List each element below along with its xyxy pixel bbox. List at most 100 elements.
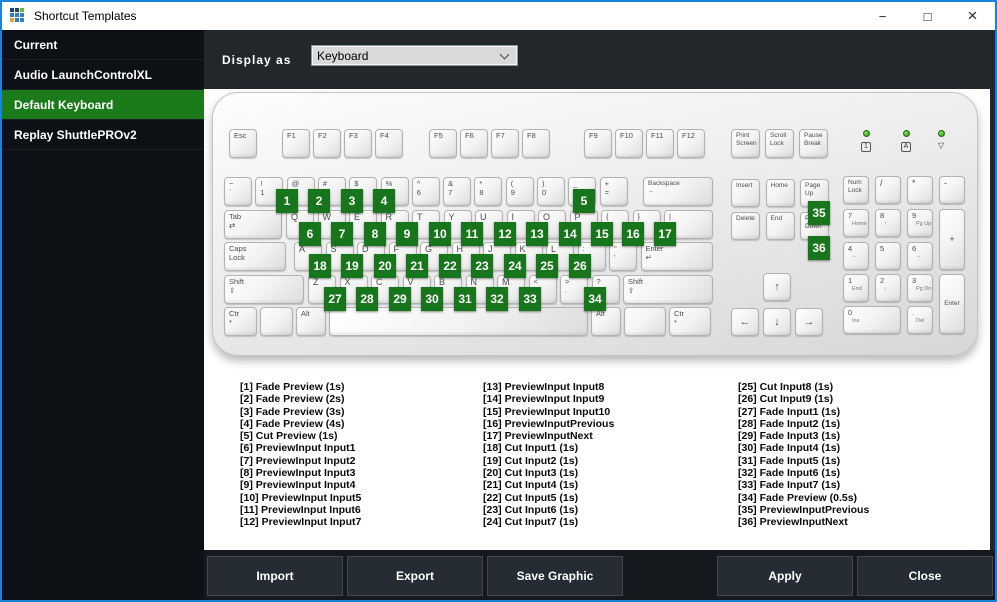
num-lock-icon: 1 [856,141,876,152]
sidebar-item[interactable]: Default Keyboard [2,90,204,120]
shortcut-entry: [6] PreviewInput Input1 [240,442,356,455]
shortcut-entry: [31] Fade Input5 (1s) [738,454,841,467]
sidebar-item[interactable]: Audio LaunchControlXL [2,60,204,90]
keyboard-key: Enter ↵ [640,242,713,271]
save-graphic-button[interactable]: Save Graphic [487,556,623,596]
shortcut-key-badge: 7 [331,222,353,246]
keyboard-key: 5 [875,241,901,270]
keyboard-key: ^ 6 [411,177,440,206]
shortcut-key-badge: 4 [373,189,395,213]
footer-bar: Import Export Save Graphic Apply Close [204,550,995,600]
keyboard-key: ↑ [763,273,791,301]
shortcut-entry: [30] Fade Input4 (1s) [738,442,841,455]
shortcut-key-badge: 2 [308,189,330,213]
keyboard-key: F9 [584,129,612,158]
shortcut-entry: [2] Fade Preview (2s) [240,393,345,406]
footer-right-buttons: Apply Close [717,556,993,596]
shortcut-key-badge: 27 [324,287,346,311]
keyboard-key: 7 Home [843,209,869,237]
keyboard-key: F8 [522,129,550,158]
shortcut-key-badge: 6 [299,222,321,246]
shortcut-key-badge: 25 [536,254,558,278]
shortcut-entry: [35] PreviewInputPrevious [738,503,870,516]
sidebar-item[interactable]: Replay ShuttlePROv2 [2,120,204,150]
keyboard-key: ) 0 [537,177,565,206]
shortcut-entry: [22] Cut Input5 (1s) [483,491,579,504]
led-indicator [863,130,870,137]
shortcut-entry: [21] Cut Input4 (1s) [483,479,579,492]
shortcut-entry: [8] PreviewInput Input3 [240,467,356,480]
apply-button[interactable]: Apply [717,556,853,596]
shortcut-entry: [13] PreviewInput Input8 [483,381,605,393]
shortcut-key-badge: 1 [276,189,298,213]
keyboard-key: F11 [646,129,674,158]
keyboard-key: Home [765,179,795,207]
close-window-button[interactable]: × [950,2,995,30]
keyboard-key: ← [731,308,759,336]
app-logo-tile [15,8,19,12]
footer-left-buttons: Import Export Save Graphic [207,556,623,596]
app-logo-tile [20,8,24,12]
keyboard-key: F2 [313,129,341,158]
shortcut-entry: [5] Cut Preview (1s) [240,430,338,443]
app-logo-tile [15,18,19,22]
maximize-button[interactable]: □ [905,2,950,30]
keyboard-key: Esc [229,129,257,158]
keyboard-key: Insert [731,179,760,207]
app-logo-tile [20,13,24,17]
keyboard-key: Ctr * [669,307,711,336]
shortcut-key-badge: 36 [808,236,830,260]
sidebar-item[interactable]: Current [2,30,204,60]
keyboard-key: - [939,176,965,204]
keyboard-key: 0 Ins [843,306,901,334]
shortcut-key-badge: 11 [461,222,483,246]
keyboard-key: * [907,176,933,204]
shortcut-key-badge: 8 [364,222,386,246]
keyboard-key: Shift ⇧ [623,275,713,304]
keyboard-key: Ctr * [224,307,257,336]
close-button[interactable]: Close [857,556,993,596]
shortcut-key-badge: 35 [808,201,830,225]
keyboard-key: Num Lock [843,176,869,204]
shortcut-key-badge: 31 [454,287,476,311]
keyboard-key: Print Screen [731,129,760,158]
chevron-down-icon [499,49,510,60]
shortcut-key-badge: 16 [622,222,644,246]
shortcut-entry: [19] Cut Input2 (1s) [483,454,579,467]
app-logo-tile [10,8,14,12]
display-as-dropdown[interactable]: Keyboard [311,45,518,66]
shortcut-entry: [4] Fade Preview (4s) [240,417,345,430]
app-logo-icon [10,8,26,24]
keyboard-key: F4 [375,129,403,158]
import-button[interactable]: Import [207,556,343,596]
keyboard-key: Scroll Lock [765,129,794,158]
shortcut-entry: [7] PreviewInput Input2 [240,454,356,467]
keyboard-key: F12 [677,129,705,158]
keyboard-graphic: Esc F1 F2 F3 F4 F5 F6 F7 F8 F9 F10 F11 F12 Print Scree… [212,92,978,356]
shortcut-entry: [28] Fade Input2 (1s) [738,417,841,430]
window-title: Shortcut Templates [34,9,137,23]
minimize-button[interactable]: − [860,2,905,30]
keyboard-key: Backspace ← [643,177,713,206]
shortcut-entry: [25] Cut Input8 (1s) [738,381,834,393]
keyboard-key: F5 [429,129,457,158]
template-content: Esc F1 F2 F3 F4 F5 F6 F7 F8 F9 F10 F11 F12 Print Scree… [204,89,990,550]
shortcut-entry: [3] Fade Preview (3s) [240,405,345,418]
led-indicator [903,130,910,137]
app-logo-tile [20,18,24,22]
shortcut-key-badge: 15 [591,222,613,246]
shortcut-entry: [26] Cut Input9 (1s) [738,393,834,406]
scroll-lock-icon: ▽ [937,141,945,150]
shortcut-key-badge: 10 [429,222,451,246]
shortcut-key-badge: 22 [439,254,461,278]
keyboard-key: 1 End [843,274,869,302]
shortcut-key-badge: 18 [309,254,331,278]
keyboard-key: 4 ← [843,241,869,270]
shortcut-entry: [15] PreviewInput Input10 [483,405,611,418]
shortcut-entry: [10] PreviewInput Input5 [240,491,362,504]
export-button[interactable]: Export [347,556,483,596]
shortcut-key-badge: 29 [389,287,411,311]
keyboard-key: F7 [491,129,519,158]
shortcut-entry: [24] Cut Input7 (1s) [483,516,579,529]
keyboard-key: * 8 [474,177,503,206]
